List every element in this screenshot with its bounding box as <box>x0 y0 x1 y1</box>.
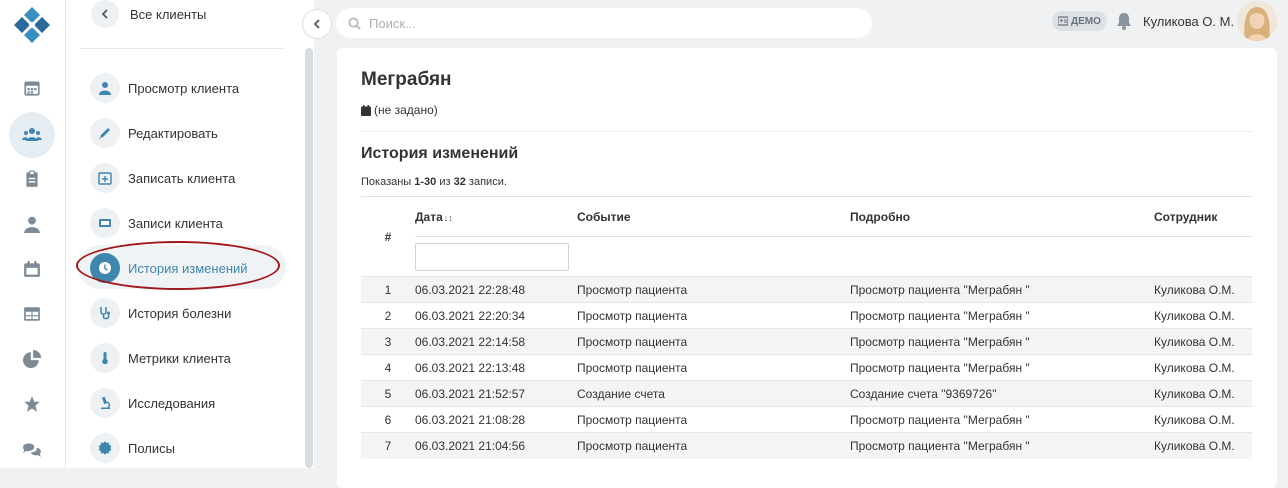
rail-chat-icon[interactable] <box>9 426 55 472</box>
rail-clipboard-icon[interactable] <box>9 156 55 202</box>
table-row: 1 06.03.2021 22:28:48 Просмотр пациента … <box>361 276 1252 303</box>
submenu-item-edit[interactable]: Редактировать <box>90 118 218 148</box>
notifications-bell-icon[interactable] <box>1116 12 1132 30</box>
records-summary: Показаны 1-30 из 32 записи. <box>361 176 507 188</box>
demo-badge: ДЕМО <box>1052 11 1107 31</box>
column-header-num: # <box>361 196 415 277</box>
section-title: История изменений <box>361 145 519 162</box>
client-submenu: Все клиенты Просмотр клиента Редактирова… <box>66 0 314 468</box>
rail-pie-chart-icon[interactable] <box>9 336 55 382</box>
rail-calendar-icon[interactable] <box>9 65 55 111</box>
date-filter-cell <box>415 236 577 277</box>
user-name[interactable]: Куликова О. М. <box>1143 14 1234 29</box>
sort-icon[interactable]: ↓↕ <box>444 213 453 223</box>
submenu-item-label: Полисы <box>128 440 175 456</box>
column-header-employee: Сотрудник <box>1154 196 1252 237</box>
table-row: 5 06.03.2021 21:52:57 Создание счета Соз… <box>361 380 1252 407</box>
search-icon <box>348 16 361 30</box>
submenu-item-label: История болезни <box>128 305 232 321</box>
client-name: Меграбян <box>361 69 452 90</box>
avatar[interactable] <box>1237 1 1277 41</box>
pencil-icon <box>90 118 120 148</box>
birthdate-value: (не задано) <box>374 103 438 117</box>
column-header-date[interactable]: Дата↓↕ <box>415 196 577 237</box>
collapse-sidebar-button[interactable] <box>302 9 332 39</box>
chevron-left-icon <box>91 0 119 28</box>
ticket-icon <box>90 208 120 238</box>
submenu-item-label: Записи клиента <box>128 215 223 231</box>
table-row: 7 06.03.2021 21:04:56 Просмотр пациента … <box>361 432 1252 459</box>
column-header-event: Событие <box>577 196 850 237</box>
chevron-left-icon <box>313 19 320 29</box>
submenu-item-label: Редактировать <box>128 125 218 141</box>
badge-icon <box>90 433 120 463</box>
submenu-item-label: Просмотр клиента <box>128 80 240 96</box>
client-birthdate: (не задано) <box>361 103 438 117</box>
rail-star-icon[interactable] <box>9 381 55 427</box>
id-card-icon <box>1058 16 1068 26</box>
submenu-item-policies[interactable]: Полисы <box>90 433 175 463</box>
submenu-item-research[interactable]: Исследования <box>90 388 215 418</box>
submenu-item-medical-history[interactable]: История болезни <box>90 298 231 328</box>
icon-rail <box>0 0 66 468</box>
all-clients-label: Все клиенты <box>130 6 207 22</box>
user-icon <box>90 73 120 103</box>
table-row: 3 06.03.2021 22:14:58 Просмотр пациента … <box>361 328 1252 355</box>
stethoscope-icon <box>90 298 120 328</box>
rail-schedule-icon[interactable] <box>9 246 55 292</box>
table-row: 6 06.03.2021 21:08:28 Просмотр пациента … <box>361 406 1252 433</box>
thermometer-icon <box>90 343 120 373</box>
submenu-scrollbar[interactable] <box>305 48 313 468</box>
submenu-item-label: Метрики клиента <box>128 350 231 366</box>
search-input[interactable] <box>369 15 849 31</box>
highlight-annotation <box>76 241 280 290</box>
table-row: 2 06.03.2021 22:20:34 Просмотр пациента … <box>361 302 1252 329</box>
content-card: Меграбян (не задано) История изменений П… <box>337 48 1277 488</box>
rail-users-icon[interactable] <box>9 112 55 158</box>
app-logo-icon[interactable] <box>13 6 51 44</box>
calendar-plus-icon <box>90 163 120 193</box>
table-row: 4 06.03.2021 22:13:48 Просмотр пациента … <box>361 354 1252 381</box>
submenu-item-client-records[interactable]: Записи клиента <box>90 208 223 238</box>
all-clients-link[interactable]: Все клиенты <box>91 0 206 28</box>
submenu-item-view-client[interactable]: Просмотр клиента <box>90 73 239 103</box>
history-table: # Дата↓↕ Событие Подробно Сотрудник 1 06… <box>361 196 1252 459</box>
column-header-detail: Подробно <box>850 196 1154 237</box>
calendar-icon <box>361 104 371 116</box>
submenu-item-label: Записать клиента <box>128 170 236 186</box>
rail-table-icon[interactable] <box>9 291 55 337</box>
demo-label: ДЕМО <box>1071 15 1101 27</box>
submenu-item-client-metrics[interactable]: Метрики клиента <box>90 343 231 373</box>
submenu-item-book-client[interactable]: Записать клиента <box>90 163 235 193</box>
microscope-icon <box>90 388 120 418</box>
date-filter-input[interactable] <box>415 242 569 271</box>
submenu-item-label: Исследования <box>128 395 216 411</box>
search-bar[interactable] <box>336 8 872 38</box>
divider <box>80 48 284 49</box>
rail-doctor-icon[interactable] <box>9 201 55 247</box>
divider <box>361 131 1253 132</box>
